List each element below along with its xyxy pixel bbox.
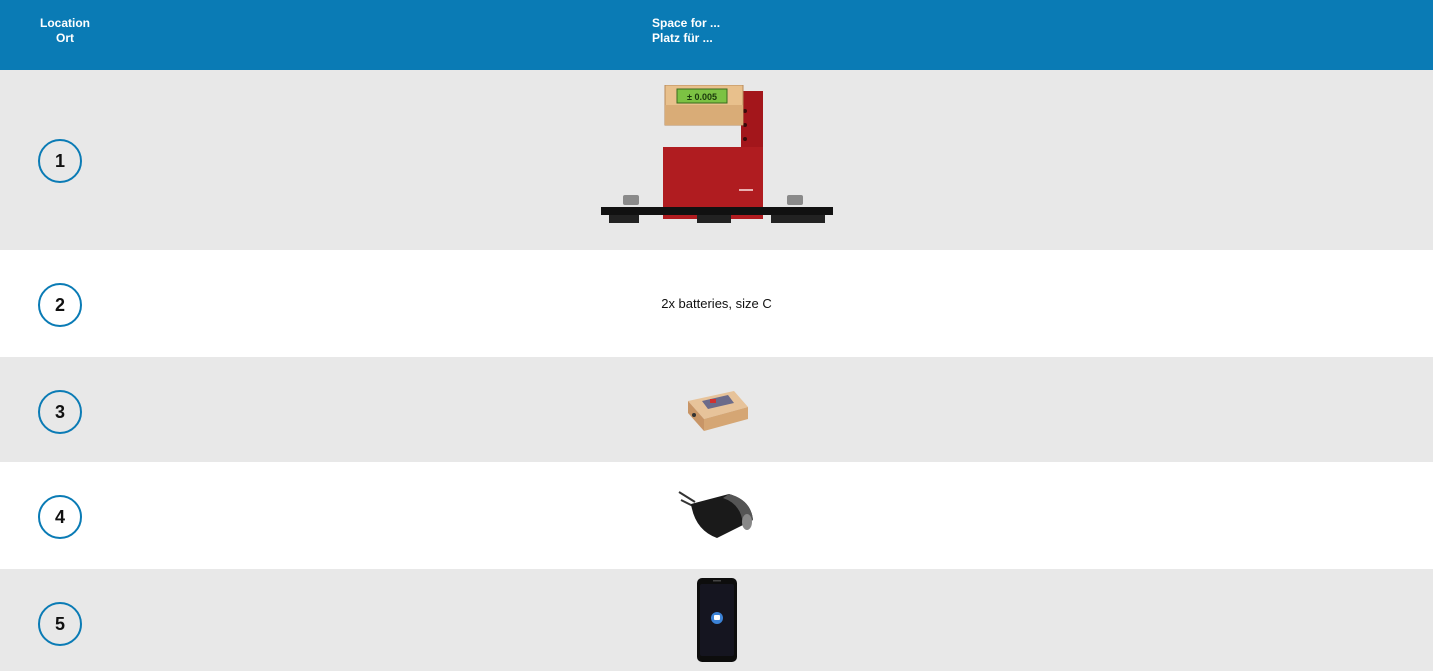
gauge-display-text: ± 0.005 xyxy=(687,92,717,102)
table-row: 5 xyxy=(0,569,1433,671)
table-header: Location Ort Space for ... Platz für ... xyxy=(0,0,1433,70)
location-header-en: Location xyxy=(40,16,90,30)
table-row: 3 xyxy=(0,357,1433,462)
row-content xyxy=(0,462,1433,569)
equipment-table: Location Ort Space for ... Platz für ...… xyxy=(0,0,1433,671)
sensor-module-image xyxy=(687,390,748,431)
space-header: Space for ... Platz für ... xyxy=(652,16,1052,46)
table-row: 2 2x batteries, size C xyxy=(0,250,1433,357)
space-header-en: Space for ... xyxy=(652,16,721,30)
location-header: Location Ort xyxy=(0,16,130,46)
level-gauge-device-image: ± 0.005 xyxy=(600,85,833,223)
row-content: ± 0.005 xyxy=(0,70,1433,250)
usb-charger-image xyxy=(677,490,753,538)
row-content xyxy=(0,357,1433,462)
row-content-text: 2x batteries, size C xyxy=(661,296,772,311)
table-row: 4 xyxy=(0,462,1433,569)
table-row: 1 ± 0.005 xyxy=(0,70,1433,250)
row-content: 2x batteries, size C xyxy=(0,250,1433,357)
row-content xyxy=(0,569,1433,671)
smartphone-image xyxy=(696,578,737,662)
space-header-de: Platz für ... xyxy=(652,31,713,45)
location-header-de: Ort xyxy=(56,31,74,45)
